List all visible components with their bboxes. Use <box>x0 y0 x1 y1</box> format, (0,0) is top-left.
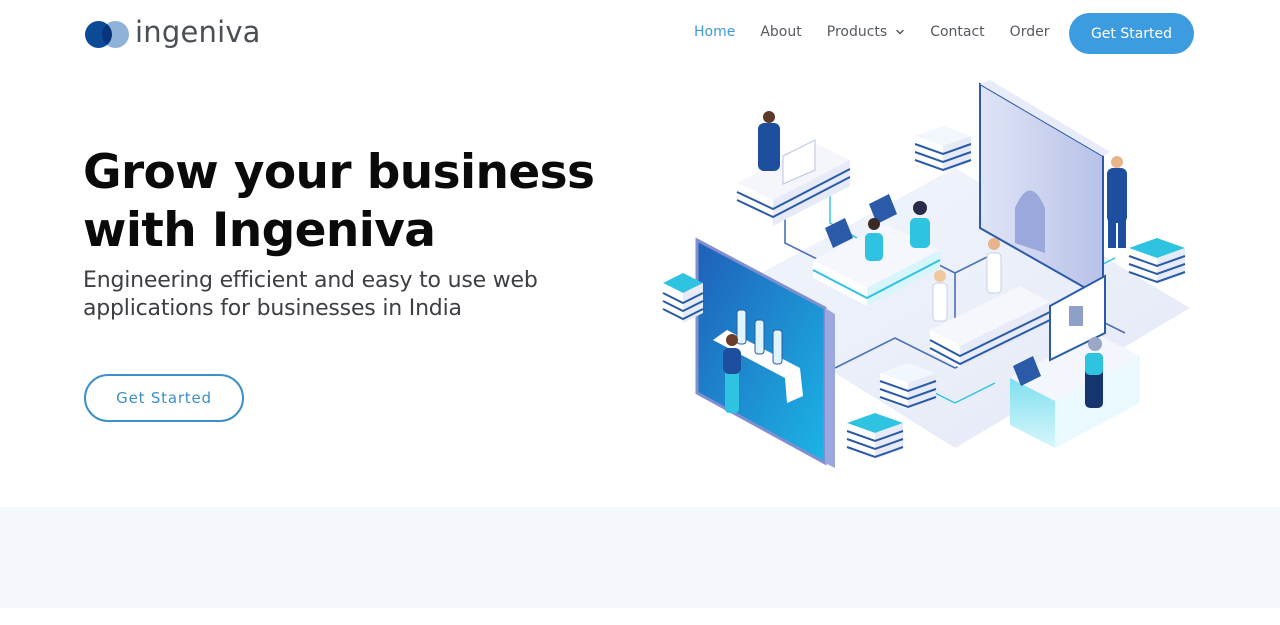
hero-subtitle: Engineering efficient and easy to use we… <box>83 268 538 321</box>
header-get-started-button[interactable]: Get Started <box>1069 13 1194 54</box>
site-header: ingeniva Home About Products Contact Ord… <box>0 0 1280 68</box>
nav-item-order[interactable]: Order <box>1010 24 1050 40</box>
nav-item-products[interactable]: Products <box>827 24 905 40</box>
logo-mark-icon <box>84 20 130 48</box>
nav-item-contact[interactable]: Contact <box>930 24 984 40</box>
nav-item-about[interactable]: About <box>760 24 801 40</box>
main-nav: Home About Products Contact Order <box>694 22 1049 42</box>
isometric-tech-office-illustration-icon <box>662 80 1190 468</box>
brand-name: ingeniva <box>135 15 261 49</box>
nav-item-home[interactable]: Home <box>694 24 735 40</box>
hero-get-started-button[interactable]: Get Started <box>84 374 244 422</box>
nav-item-products-label: Products <box>826 24 888 40</box>
hero-title: Grow your business with Ingeniva <box>83 145 595 258</box>
content-band <box>0 507 1280 608</box>
brand-logo[interactable]: ingeniva <box>84 16 261 52</box>
chevron-down-icon <box>896 29 904 35</box>
